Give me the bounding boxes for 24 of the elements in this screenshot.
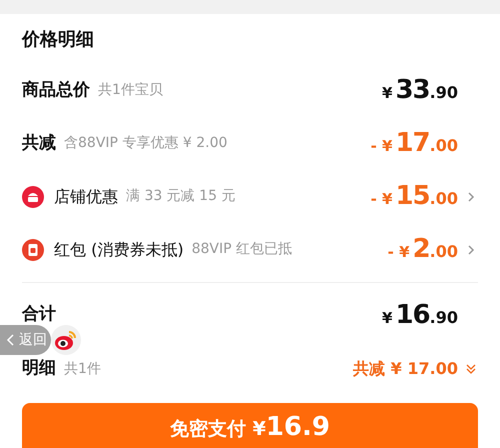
row-label: 红包 (消费券未抵) — [54, 238, 184, 260]
price-text: - ¥17.00 — [370, 127, 458, 160]
pay-button[interactable]: 免密支付 ¥16.9 — [22, 403, 478, 448]
row-note: 88VIP 红包已抵 — [192, 240, 292, 259]
back-button[interactable]: 返回 — [0, 325, 51, 355]
total-label: 合计 — [22, 303, 56, 326]
detail-label: 明细 — [22, 357, 56, 380]
shop-icon — [22, 186, 44, 208]
row-note: 满 33 元减 15 元 — [126, 187, 236, 206]
row-label: 共减 — [22, 132, 56, 155]
logo-icon — [51, 325, 81, 355]
chevron-left-icon — [6, 333, 16, 347]
price-text: - ¥15.00 — [370, 180, 458, 213]
saving-link[interactable]: 共减 ¥ 17.00 — [353, 357, 458, 381]
section-title: 价格明细 — [22, 28, 95, 52]
price-text: - ¥2.00 — [386, 233, 458, 266]
row-note: 含88VIP 专享优惠 ¥ 2.00 — [64, 134, 228, 153]
price-text: ¥33.90 — [381, 74, 458, 107]
envelope-icon — [22, 238, 44, 260]
price-text: ¥16.90 — [381, 298, 458, 332]
row-label: 商品总价 — [22, 78, 90, 102]
row-note: 共1件宝贝 — [98, 81, 163, 100]
row-label: 店铺优惠 — [54, 186, 118, 208]
item-count: 共1件 — [64, 360, 101, 378]
